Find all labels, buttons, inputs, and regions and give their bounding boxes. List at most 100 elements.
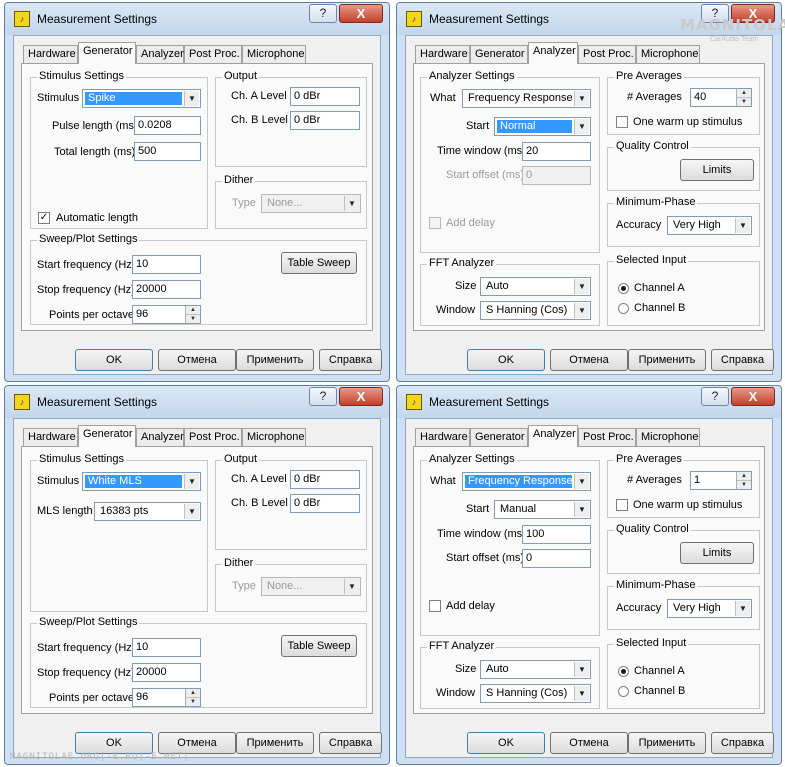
ok-button[interactable]: OK bbox=[75, 349, 153, 371]
chevron-down-icon[interactable]: ▼ bbox=[184, 474, 199, 489]
channel-b-radio[interactable] bbox=[618, 686, 629, 697]
title-bar[interactable]: ♪ Measurement Settings ? X bbox=[397, 386, 781, 418]
cancel-button[interactable]: Отмена bbox=[550, 732, 628, 754]
tab-analyzer[interactable]: Analyzer bbox=[136, 45, 184, 63]
warm-up-checkbox[interactable] bbox=[616, 116, 628, 128]
help-title-button[interactable]: ? bbox=[309, 387, 337, 406]
stimulus-select[interactable]: Spike ▼ bbox=[82, 89, 201, 108]
total-length-input[interactable]: 500 bbox=[134, 142, 201, 161]
tab-microphone[interactable]: Microphone bbox=[242, 45, 306, 63]
chevron-down-icon[interactable]: ▼ bbox=[574, 279, 589, 294]
spin-up-icon[interactable]: ▲ bbox=[186, 689, 200, 697]
tab-post-proc[interactable]: Post Proc. bbox=[578, 45, 636, 63]
spinner[interactable]: ▲ ▼ bbox=[736, 472, 751, 489]
start-offset-input[interactable]: 0 bbox=[522, 166, 591, 185]
accuracy-select[interactable]: Very High ▼ bbox=[667, 599, 752, 618]
add-delay-checkbox[interactable] bbox=[429, 600, 441, 612]
tab-hardware[interactable]: Hardware bbox=[415, 45, 470, 63]
chevron-down-icon[interactable]: ▼ bbox=[735, 601, 750, 616]
add-delay-checkbox[interactable] bbox=[429, 217, 441, 229]
start-select[interactable]: Manual ▼ bbox=[494, 500, 591, 519]
stop-frequency-input[interactable]: 20000 bbox=[132, 280, 201, 299]
spin-up-icon[interactable]: ▲ bbox=[186, 306, 200, 314]
help-button[interactable]: Справка bbox=[711, 732, 774, 754]
channel-a-radio[interactable] bbox=[618, 666, 629, 677]
start-offset-input[interactable]: 0 bbox=[522, 549, 591, 568]
dither-type-select[interactable]: None... ▼ bbox=[261, 194, 361, 213]
chevron-down-icon[interactable]: ▼ bbox=[344, 579, 359, 594]
limits-button[interactable]: Limits bbox=[680, 159, 754, 181]
fft-window-select[interactable]: S Hanning (Cos) ▼ bbox=[480, 301, 591, 320]
spin-down-icon[interactable]: ▼ bbox=[737, 480, 751, 489]
ok-button[interactable]: OK bbox=[75, 732, 153, 754]
time-window-input[interactable]: 100 bbox=[522, 525, 591, 544]
help-title-button[interactable]: ? bbox=[309, 4, 337, 23]
table-sweep-button[interactable]: Table Sweep bbox=[281, 252, 357, 274]
fft-size-select[interactable]: Auto ▼ bbox=[480, 277, 591, 296]
points-per-octave-input[interactable]: 96 ▲ ▼ bbox=[132, 688, 201, 707]
accuracy-select[interactable]: Very High ▼ bbox=[667, 216, 752, 235]
chevron-down-icon[interactable]: ▼ bbox=[574, 662, 589, 677]
start-select[interactable]: Normal ▼ bbox=[494, 117, 591, 136]
tab-generator[interactable]: Generator bbox=[78, 425, 136, 447]
tab-post-proc[interactable]: Post Proc. bbox=[184, 428, 242, 446]
tab-analyzer[interactable]: Analyzer bbox=[528, 42, 578, 64]
averages-input[interactable]: 1 ▲ ▼ bbox=[690, 471, 752, 490]
close-button[interactable]: X bbox=[731, 387, 775, 406]
limits-button[interactable]: Limits bbox=[680, 542, 754, 564]
spinner[interactable]: ▲ ▼ bbox=[185, 689, 200, 706]
tab-microphone[interactable]: Microphone bbox=[242, 428, 306, 446]
apply-button[interactable]: Применить bbox=[236, 349, 314, 371]
cancel-button[interactable]: Отмена bbox=[550, 349, 628, 371]
spinner[interactable]: ▲ ▼ bbox=[185, 306, 200, 323]
spinner[interactable]: ▲ ▼ bbox=[736, 89, 751, 106]
tab-generator[interactable]: Generator bbox=[78, 42, 136, 64]
tab-post-proc[interactable]: Post Proc. bbox=[578, 428, 636, 446]
stimulus-select[interactable]: White MLS ▼ bbox=[82, 472, 201, 491]
fft-size-select[interactable]: Auto ▼ bbox=[480, 660, 591, 679]
chevron-down-icon[interactable]: ▼ bbox=[574, 474, 589, 489]
cancel-button[interactable]: Отмена bbox=[158, 349, 236, 371]
help-button[interactable]: Справка bbox=[319, 349, 382, 371]
close-button[interactable]: X bbox=[339, 387, 383, 406]
help-button[interactable]: Справка bbox=[711, 349, 774, 371]
chevron-down-icon[interactable]: ▼ bbox=[574, 686, 589, 701]
tab-generator[interactable]: Generator bbox=[470, 45, 528, 63]
tab-post-proc[interactable]: Post Proc. bbox=[184, 45, 242, 63]
spin-down-icon[interactable]: ▼ bbox=[737, 97, 751, 106]
spin-down-icon[interactable]: ▼ bbox=[186, 697, 200, 706]
chevron-down-icon[interactable]: ▼ bbox=[735, 218, 750, 233]
table-sweep-button[interactable]: Table Sweep bbox=[281, 635, 357, 657]
tab-hardware[interactable]: Hardware bbox=[23, 45, 78, 63]
stop-frequency-input[interactable]: 20000 bbox=[132, 663, 201, 682]
what-select[interactable]: Frequency Response ▼ bbox=[462, 89, 591, 108]
help-button[interactable]: Справка bbox=[319, 732, 382, 754]
apply-button[interactable]: Применить bbox=[628, 349, 706, 371]
start-frequency-input[interactable]: 10 bbox=[132, 638, 201, 657]
ok-button[interactable]: OK bbox=[467, 732, 545, 754]
channel-b-radio[interactable] bbox=[618, 303, 629, 314]
apply-button[interactable]: Применить bbox=[236, 732, 314, 754]
spin-down-icon[interactable]: ▼ bbox=[186, 314, 200, 323]
spin-up-icon[interactable]: ▲ bbox=[737, 89, 751, 97]
ch-a-level-input[interactable]: 0 dBr bbox=[290, 470, 360, 489]
ch-a-level-input[interactable]: 0 dBr bbox=[290, 87, 360, 106]
points-per-octave-input[interactable]: 96 ▲ ▼ bbox=[132, 305, 201, 324]
warm-up-checkbox[interactable] bbox=[616, 499, 628, 511]
start-frequency-input[interactable]: 10 bbox=[132, 255, 201, 274]
averages-input[interactable]: 40 ▲ ▼ bbox=[690, 88, 752, 107]
title-bar[interactable]: ♪ Measurement Settings ? X bbox=[5, 3, 389, 35]
chevron-down-icon[interactable]: ▼ bbox=[344, 196, 359, 211]
chevron-down-icon[interactable]: ▼ bbox=[184, 504, 199, 519]
tab-analyzer[interactable]: Analyzer bbox=[528, 425, 578, 447]
tab-hardware[interactable]: Hardware bbox=[415, 428, 470, 446]
apply-button[interactable]: Применить bbox=[628, 732, 706, 754]
spin-up-icon[interactable]: ▲ bbox=[737, 472, 751, 480]
automatic-length-checkbox[interactable]: ✓ bbox=[38, 212, 50, 224]
tab-microphone[interactable]: Microphone bbox=[636, 428, 700, 446]
ch-b-level-input[interactable]: 0 dBr bbox=[290, 494, 360, 513]
what-select[interactable]: Frequency Response ▼ bbox=[462, 472, 591, 491]
tab-hardware[interactable]: Hardware bbox=[23, 428, 78, 446]
pulse-length-input[interactable]: 0.0208 bbox=[134, 116, 201, 135]
cancel-button[interactable]: Отмена bbox=[158, 732, 236, 754]
